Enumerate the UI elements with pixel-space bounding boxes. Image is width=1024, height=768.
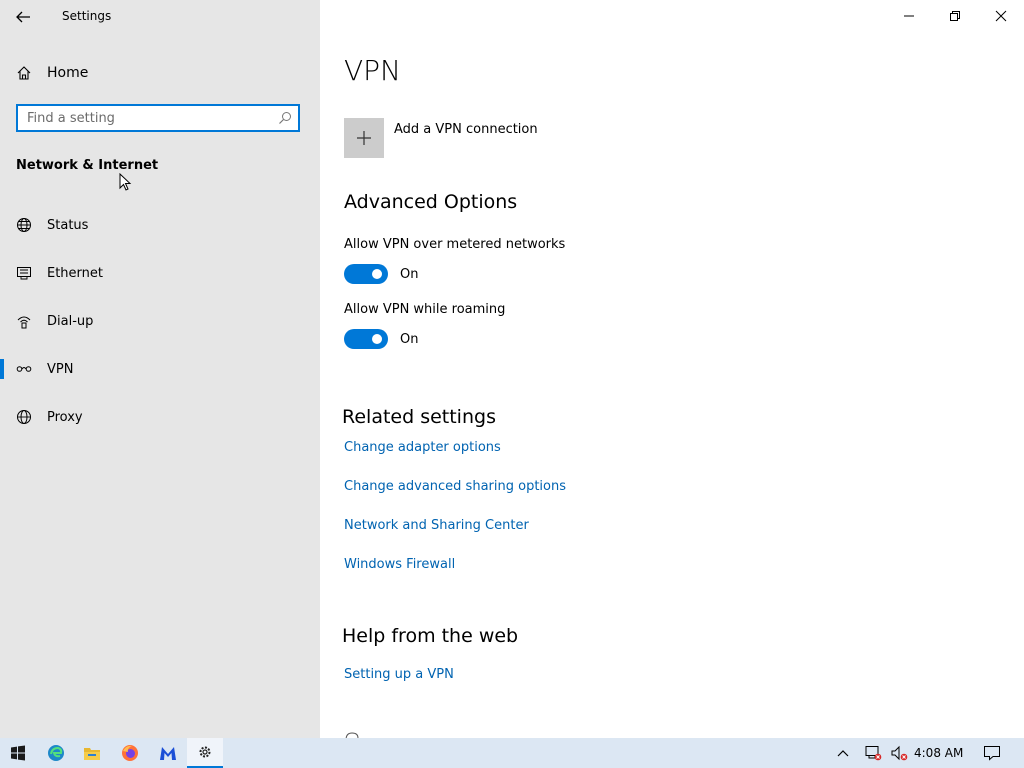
section-title: Network & Internet: [16, 158, 159, 173]
taskbar: 4:08 AM: [0, 738, 1024, 768]
toggle-knob: [372, 334, 382, 344]
page-title: VPN: [344, 54, 401, 87]
minimize-button[interactable]: [886, 0, 932, 32]
taskbar-malwarebytes[interactable]: [150, 738, 186, 768]
file-explorer-icon: [84, 748, 100, 760]
minimize-icon: [904, 15, 914, 17]
main-content: VPN Add a VPN connection Advanced Option…: [320, 0, 1024, 738]
roaming-toggle-state: On: [400, 331, 419, 347]
help-chat-icon: [345, 732, 359, 738]
metered-toggle[interactable]: [344, 264, 388, 284]
metered-toggle-state: On: [400, 266, 419, 282]
sidebar-item-label: Ethernet: [47, 265, 103, 281]
notification-icon: [984, 746, 1000, 761]
app-title: Settings: [62, 9, 112, 23]
advanced-options-heading: Advanced Options: [344, 191, 518, 213]
back-button[interactable]: [10, 4, 36, 30]
taskbar-clock[interactable]: 4:08 AM: [914, 746, 963, 760]
change-adapter-options-link[interactable]: Change adapter options: [344, 440, 501, 455]
volume-tray-button[interactable]: [886, 738, 912, 768]
add-vpn-label: Add a VPN connection: [394, 122, 538, 137]
close-icon: [995, 10, 1007, 22]
taskbar-settings[interactable]: [187, 738, 223, 768]
dialup-icon: [17, 316, 31, 329]
setting-up-vpn-link[interactable]: Setting up a VPN: [344, 667, 454, 682]
mouse-cursor-icon: [119, 173, 132, 191]
add-vpn-button[interactable]: Add a VPN connection: [344, 118, 538, 158]
windows-firewall-link[interactable]: Windows Firewall: [344, 557, 455, 572]
back-arrow-icon: [16, 11, 30, 23]
plus-icon: [357, 131, 371, 145]
roaming-toggle[interactable]: [344, 329, 388, 349]
network-tray-button[interactable]: [860, 738, 886, 768]
settings-icon: [199, 746, 211, 758]
toggle-knob: [372, 269, 382, 279]
volume-muted-icon: [891, 745, 908, 761]
start-icon: [11, 745, 25, 761]
roaming-toggle-row[interactable]: On: [344, 329, 418, 349]
search-input[interactable]: [27, 109, 267, 127]
sidebar: Settings Home Network & Internet Status …: [0, 0, 320, 738]
chevron-up-icon: [837, 750, 849, 757]
restore-button[interactable]: [932, 0, 978, 32]
sidebar-item-label: VPN: [47, 361, 74, 377]
title-bar: Settings: [0, 0, 320, 34]
metered-toggle-row[interactable]: On: [344, 264, 418, 284]
selection-indicator: [0, 359, 4, 379]
network-sharing-center-link[interactable]: Network and Sharing Center: [344, 518, 529, 533]
related-settings-heading: Related settings: [342, 406, 496, 428]
close-button[interactable]: [978, 0, 1024, 32]
metered-option-label: Allow VPN over metered networks: [344, 237, 566, 252]
home-label: Home: [47, 65, 89, 81]
change-sharing-options-link[interactable]: Change advanced sharing options: [344, 479, 566, 494]
sidebar-item-dialup[interactable]: Dial-up: [0, 301, 320, 341]
sidebar-item-label: Dial-up: [47, 313, 94, 329]
home-icon: [17, 66, 31, 80]
search-icon[interactable]: [278, 111, 292, 125]
help-from-web-heading: Help from the web: [342, 625, 519, 647]
show-hidden-icons-button[interactable]: [832, 738, 854, 768]
sidebar-item-label: Proxy: [47, 409, 83, 425]
edge-icon: [48, 745, 64, 761]
network-disconnected-icon: [865, 746, 882, 761]
taskbar-edge[interactable]: [38, 738, 74, 768]
sidebar-item-proxy[interactable]: Proxy: [0, 397, 320, 437]
globe-icon: [17, 410, 31, 424]
sidebar-item-status[interactable]: Status: [0, 205, 320, 245]
taskbar-firefox[interactable]: [112, 738, 148, 768]
taskbar-file-explorer[interactable]: [74, 738, 110, 768]
sidebar-item-vpn[interactable]: VPN: [0, 349, 320, 389]
firefox-icon: [122, 745, 138, 761]
ethernet-icon: [17, 267, 31, 280]
globe-network-icon: [17, 218, 31, 232]
vpn-icon: [16, 366, 32, 372]
get-help-link-partial[interactable]: [344, 730, 360, 738]
add-tile[interactable]: [344, 118, 384, 158]
start-button[interactable]: [0, 738, 36, 768]
sidebar-item-label: Status: [47, 217, 89, 233]
restore-icon: [950, 11, 960, 21]
action-center-button[interactable]: [974, 738, 1010, 768]
roaming-option-label: Allow VPN while roaming: [344, 302, 506, 317]
home-link[interactable]: Home: [16, 62, 88, 84]
sidebar-item-ethernet[interactable]: Ethernet: [0, 253, 320, 293]
search-box[interactable]: [16, 104, 300, 132]
malwarebytes-icon: [160, 747, 176, 760]
